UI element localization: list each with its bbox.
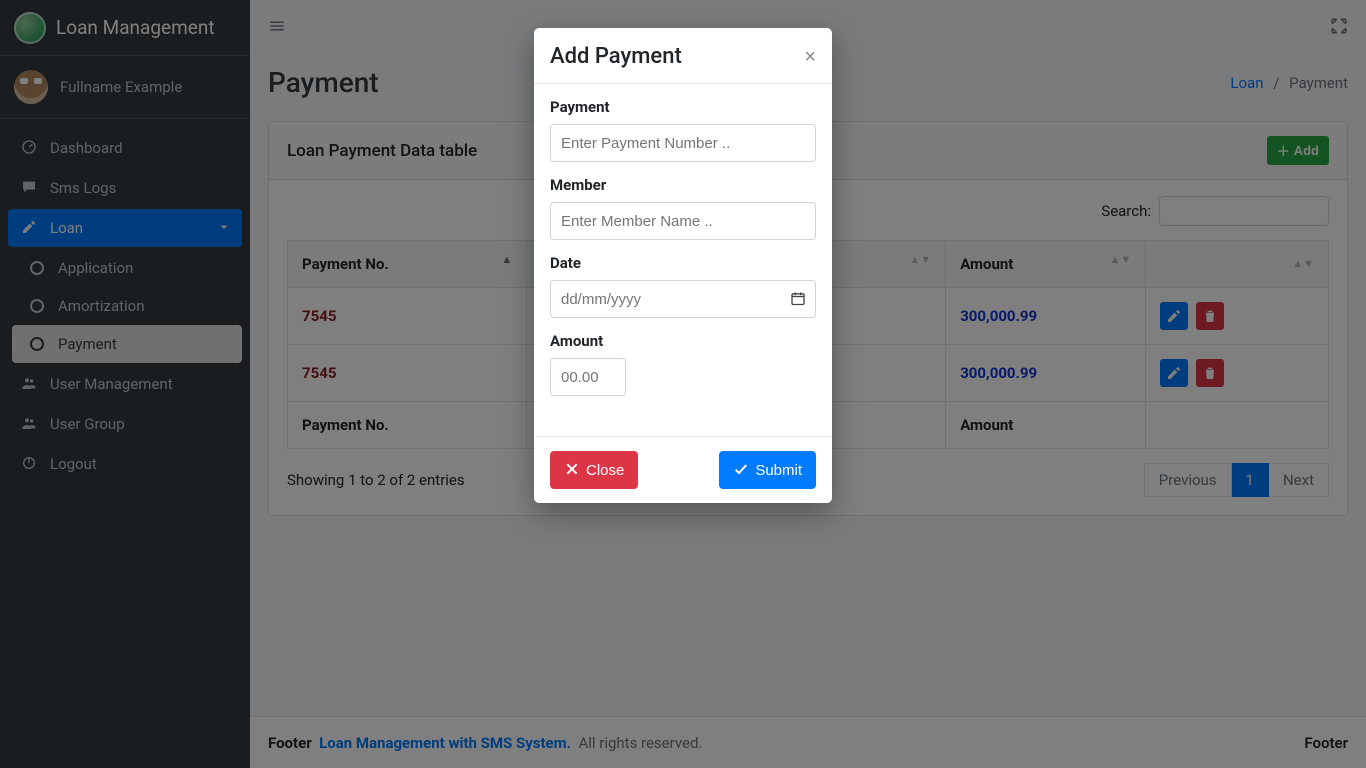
member-input[interactable]: [550, 202, 816, 240]
modal-title: Add Payment: [550, 44, 682, 69]
member-label: Member: [550, 176, 816, 194]
x-icon: [564, 461, 580, 479]
close-icon[interactable]: ×: [804, 47, 816, 67]
amount-input[interactable]: [550, 358, 626, 396]
modal-footer: Close Submit: [534, 436, 832, 503]
add-payment-modal: Add Payment × Payment Member Date Amount: [534, 28, 832, 503]
payment-input[interactable]: [550, 124, 816, 162]
date-input[interactable]: [550, 280, 816, 318]
check-icon: [733, 461, 749, 479]
submit-button-label: Submit: [755, 462, 802, 479]
payment-label: Payment: [550, 98, 816, 116]
close-button-label: Close: [586, 462, 624, 479]
date-label: Date: [550, 254, 816, 272]
amount-label: Amount: [550, 332, 816, 350]
modal-header: Add Payment ×: [534, 28, 832, 84]
close-button[interactable]: Close: [550, 451, 638, 489]
modal-body: Payment Member Date Amount: [534, 84, 832, 436]
submit-button[interactable]: Submit: [719, 451, 816, 489]
